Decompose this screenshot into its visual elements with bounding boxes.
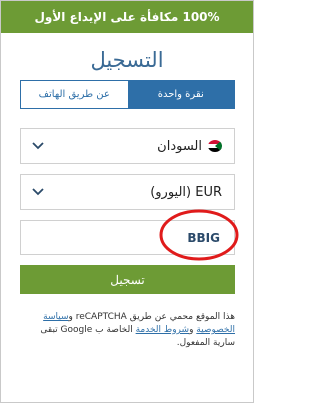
country-select[interactable]: السودان <box>20 128 235 164</box>
tab-by-phone[interactable]: عن طريق الهاتف <box>21 81 128 108</box>
bonus-banner: 100% مكافأة على الإيداع الأول <box>1 1 253 33</box>
terms-of-service-link[interactable]: شروط الخدمة <box>136 325 189 335</box>
chevron-down-icon <box>32 142 44 150</box>
recaptcha-notice: هذا الموقع محمي عن طريق reCAPTCHA وسياسة… <box>20 311 235 350</box>
page-title: التسجيل <box>90 48 164 72</box>
country-value: السودان <box>157 138 202 154</box>
currency-select[interactable]: EUR (اليورو) <box>20 174 235 210</box>
sudan-flag-icon <box>208 140 222 152</box>
tab-one-click[interactable]: نقرة واحدة <box>127 81 234 108</box>
tab-by-phone-label: عن طريق الهاتف <box>38 89 110 100</box>
register-button[interactable]: تسجيل <box>20 265 235 294</box>
bonus-banner-text: 100% مكافأة على الإيداع الأول <box>34 10 220 24</box>
currency-value-wrap: EUR (اليورو) <box>150 175 222 209</box>
annotation-circle <box>159 209 239 261</box>
tab-one-click-label: نقرة واحدة <box>157 89 204 100</box>
currency-value: EUR (اليورو) <box>150 184 222 200</box>
legal-text-1: هذا الموقع محمي عن طريق reCAPTCHA و <box>68 312 235 322</box>
registration-panel: 100% مكافأة على الإيداع الأول التسجيل نق… <box>0 0 254 403</box>
country-value-wrap: السودان <box>157 129 222 163</box>
registration-method-tabs: نقرة واحدة عن طريق الهاتف <box>20 80 235 109</box>
chevron-down-icon <box>32 188 44 196</box>
